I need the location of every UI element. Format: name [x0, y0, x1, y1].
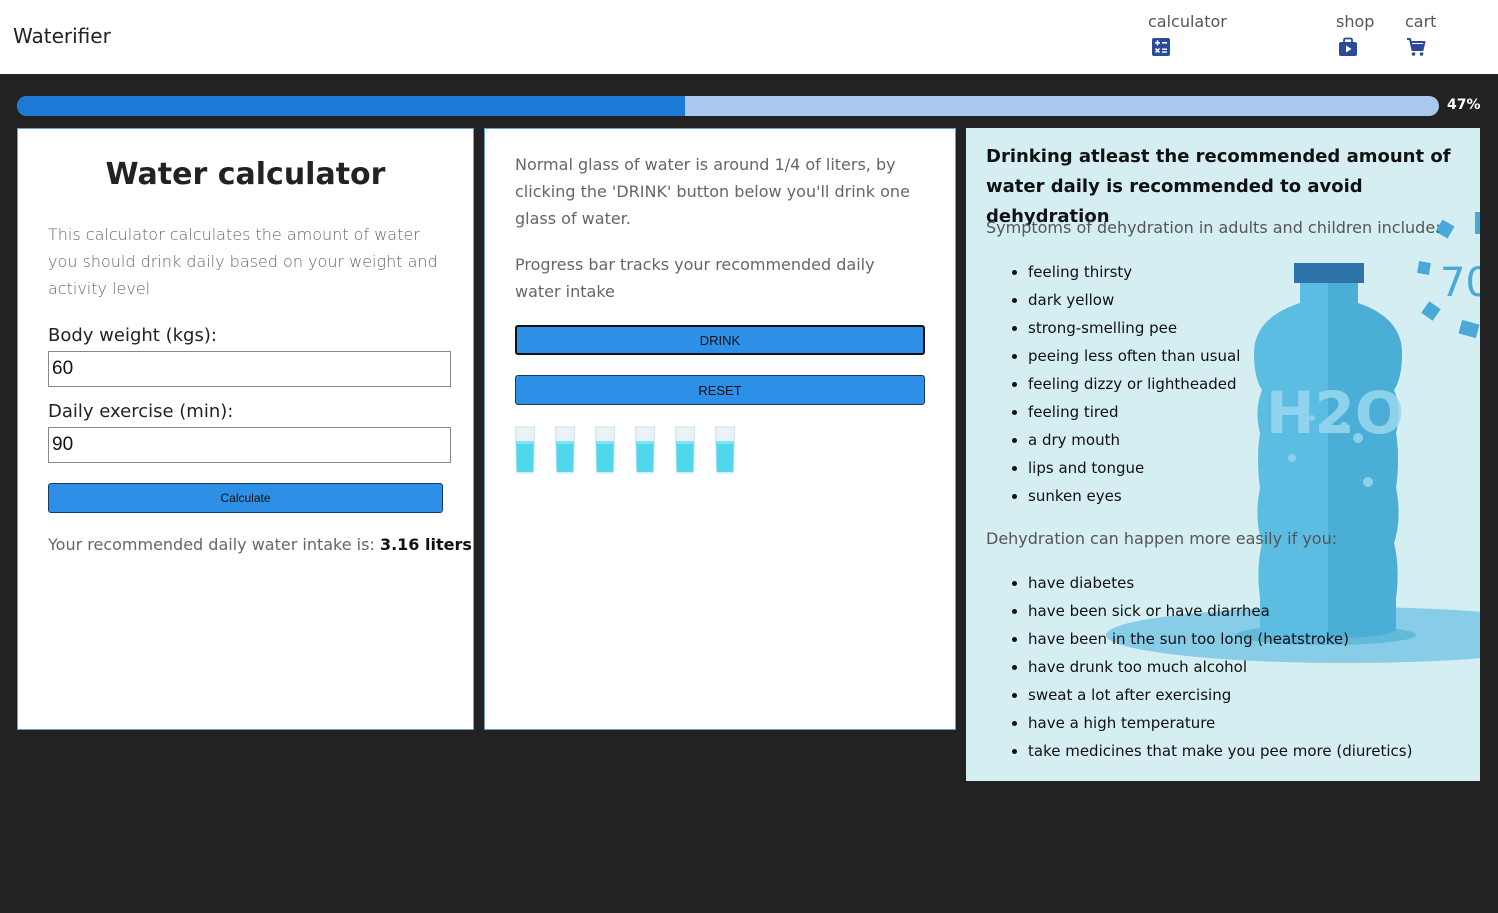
symptom-item: peeing less often than usual	[1028, 342, 1240, 370]
cause-item: sweat a lot after exercising	[1028, 681, 1412, 709]
nav-cart[interactable]: cart	[1405, 12, 1436, 57]
causes-heading: Dehydration can happen more easily if yo…	[986, 529, 1338, 548]
symptom-item: feeling dizzy or lightheaded	[1028, 370, 1240, 398]
calculator-description: This calculator calculates the amount of…	[48, 225, 438, 298]
symptoms-list: feeling thirstydark yellowstrong-smellin…	[1028, 258, 1240, 510]
progress-info-text: Progress bar tracks your recommended dai…	[515, 255, 875, 301]
daily-exercise-input[interactable]	[48, 427, 451, 463]
nav-shop[interactable]: shop	[1336, 12, 1374, 57]
cause-item: have been sick or have diarrhea	[1028, 597, 1412, 625]
calculator-icon	[1152, 38, 1170, 56]
symptoms-heading: Symptoms of dehydration in adults and ch…	[986, 218, 1441, 237]
symptom-item: feeling tired	[1028, 398, 1240, 426]
cart-icon	[1407, 38, 1426, 56]
top-navbar: Waterifier calculator shop cart	[0, 0, 1498, 74]
cause-item: have drunk too much alcohol	[1028, 653, 1412, 681]
result-value: 3.16 liters	[379, 535, 472, 554]
recommended-intake-result: Your recommended daily water intake is: …	[48, 535, 472, 554]
bottle-badge-number: 70	[1440, 260, 1480, 306]
symptom-item: a dry mouth	[1028, 426, 1240, 454]
bottle-logo: H2O	[1266, 379, 1404, 447]
calculate-button[interactable]: Calculate	[48, 483, 443, 513]
body-weight-label: Body weight (kgs):	[48, 325, 217, 346]
cause-item: have a high temperature	[1028, 709, 1412, 737]
water-glass-icon	[595, 426, 615, 474]
nav-cart-label: cart	[1405, 12, 1437, 31]
symptom-item: strong-smelling pee	[1028, 314, 1240, 342]
water-glass-icon	[555, 426, 575, 474]
water-glass-icon	[715, 426, 735, 474]
brand-logo[interactable]: Waterifier	[13, 24, 111, 48]
glass-info-text: Normal glass of water is around 1/4 of l…	[515, 155, 910, 228]
water-glass-icon	[675, 426, 695, 474]
symptom-item: sunken eyes	[1028, 482, 1240, 510]
reset-button[interactable]: RESET	[515, 375, 925, 405]
body-weight-input[interactable]	[48, 351, 451, 387]
cause-item: take medicines that make you pee more (d…	[1028, 737, 1412, 765]
symptom-item: dark yellow	[1028, 286, 1240, 314]
nav-shop-label: shop	[1336, 12, 1375, 31]
water-progress-fill	[17, 96, 686, 116]
water-calculator-card: Water calculator This calculator calcula…	[17, 128, 474, 730]
symptom-item: feeling thirsty	[1028, 258, 1240, 286]
nav-calculator-label: calculator	[1148, 12, 1227, 31]
symptom-item: lips and tongue	[1028, 454, 1240, 482]
shop-icon	[1339, 37, 1357, 56]
dehydration-info-card: H2O 70 Drinking atleast the recommended …	[966, 128, 1480, 781]
cause-item: have been in the sun too long (heatstrok…	[1028, 625, 1412, 653]
causes-list: have diabeteshave been sick or have diar…	[1028, 569, 1412, 765]
water-glass-icon	[635, 426, 655, 474]
result-prefix: Your recommended daily water intake is:	[48, 535, 375, 554]
drink-button[interactable]: DRINK	[515, 325, 925, 355]
water-progress-percent: 47%	[1447, 97, 1481, 113]
water-progress-bar	[17, 96, 1439, 116]
calculator-title: Water calculator	[105, 157, 386, 192]
daily-exercise-label: Daily exercise (min):	[48, 401, 234, 422]
drink-tracker-card: Normal glass of water is around 1/4 of l…	[484, 128, 956, 730]
nav-calculator[interactable]: calculator	[1148, 12, 1227, 57]
cause-item: have diabetes	[1028, 569, 1412, 597]
water-glass-icon	[515, 426, 535, 474]
